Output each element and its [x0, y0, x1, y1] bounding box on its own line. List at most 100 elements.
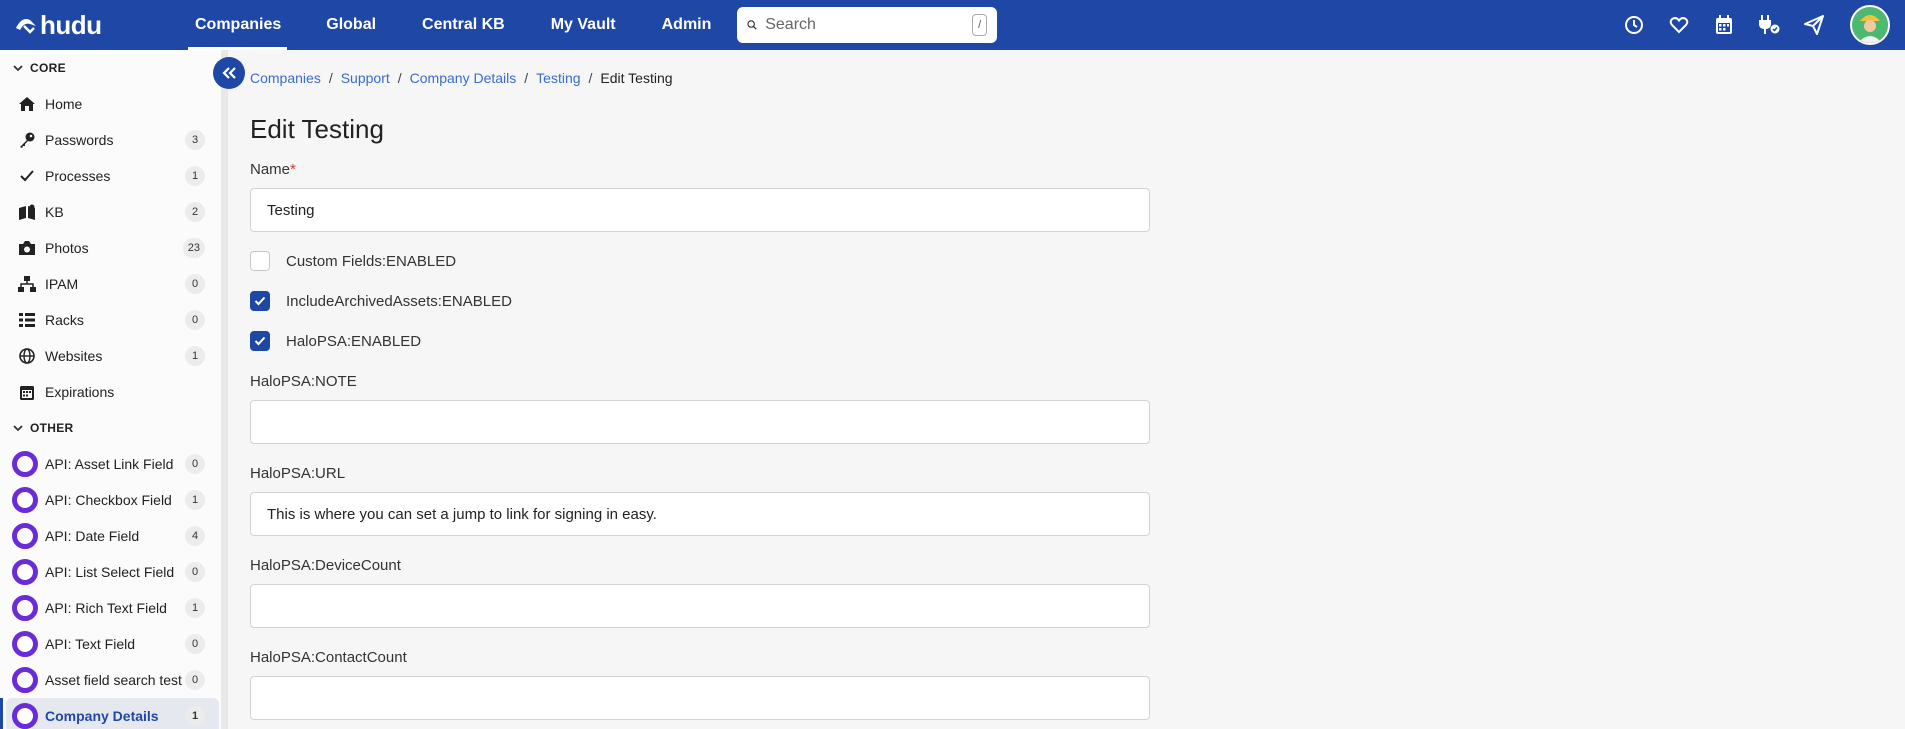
sidebar-item-processes[interactable]: Processes 1 — [0, 158, 219, 194]
breadcrumb-separator: / — [588, 70, 593, 86]
brand-name: hudu — [40, 9, 102, 40]
asset-layout-ring-icon — [12, 595, 38, 621]
chevron-down-icon — [13, 65, 23, 72]
sidebar-item-ipam[interactable]: IPAM 0 — [0, 266, 219, 302]
nav-admin[interactable]: Admin — [639, 0, 735, 50]
nav-companies[interactable]: Companies — [172, 0, 303, 50]
nav-global[interactable]: Global — [303, 0, 399, 50]
sidebar-item-photos[interactable]: Photos 23 — [0, 230, 219, 266]
book-icon — [18, 203, 36, 221]
sidebar-item-kb[interactable]: KB 2 — [0, 194, 219, 230]
sidebar-item-api-list-select-field[interactable]: API: List Select Field 0 — [0, 554, 219, 590]
sidebar-item-company-details[interactable]: Company Details 1 — [0, 698, 219, 729]
halopsa-url-input[interactable] — [250, 492, 1150, 536]
item-count-badge: 4 — [185, 526, 205, 546]
halopsa-url-label: HaloPSA:URL — [250, 465, 346, 482]
halopsa-contactcount-input[interactable] — [250, 676, 1150, 720]
breadcrumb-separator: / — [397, 70, 402, 86]
name-input[interactable] — [250, 188, 1150, 232]
checkbox-row-halopsa-enabled[interactable]: HaloPSA:ENABLED — [250, 331, 421, 351]
hudu-logo-icon — [16, 19, 36, 34]
sidebar-item-label: API: List Select Field — [45, 564, 175, 580]
send-icon[interactable] — [1791, 0, 1836, 50]
required-marker: * — [290, 161, 296, 178]
rack-icon — [18, 311, 36, 329]
hudu-logo[interactable]: hudu — [14, 8, 102, 42]
double-chevron-left-icon — [222, 67, 236, 79]
sidebar-item-label: Processes — [45, 168, 111, 184]
page-title: Edit Testing — [250, 114, 384, 144]
nav-my-vault[interactable]: My Vault — [528, 0, 639, 50]
item-count-badge: 1 — [185, 706, 205, 726]
calendar-icon — [18, 383, 36, 401]
sidebar-item-label: KB — [45, 204, 64, 220]
sidebar-item-racks[interactable]: Racks 0 — [0, 302, 219, 338]
collapse-sidebar-button[interactable] — [213, 57, 245, 89]
camera-icon — [18, 239, 36, 257]
breadcrumb-companies[interactable]: Companies — [250, 70, 321, 86]
section-core-header[interactable]: CORE — [0, 50, 227, 86]
sidebar-item-label: IPAM — [45, 276, 79, 292]
search-input[interactable] — [765, 16, 973, 34]
asset-layout-ring-icon — [12, 631, 38, 657]
sidebar: CORE Home Passwords 3 Processes 1 KB 2 P… — [0, 50, 228, 729]
sidebar-item-label: API: Asset Link Field — [45, 456, 174, 472]
checkbox-label: HaloPSA:ENABLED — [286, 332, 422, 350]
section-other-header[interactable]: OTHER — [0, 410, 227, 446]
sidebar-item-passwords[interactable]: Passwords 3 — [0, 122, 219, 158]
item-count-badge: 0 — [185, 562, 205, 582]
sidebar-item-api-text-field[interactable]: API: Text Field 0 — [0, 626, 219, 662]
item-count-badge: 1 — [185, 490, 205, 510]
checkmark-icon — [254, 296, 266, 306]
sidebar-scrollbar[interactable] — [221, 50, 227, 729]
sidebar-item-label: Asset field search test — [45, 672, 182, 688]
sidebar-item-home[interactable]: Home — [0, 86, 219, 122]
breadcrumb-support[interactable]: Support — [341, 70, 390, 86]
key-icon — [18, 131, 36, 149]
custom-fields-checkbox[interactable] — [250, 251, 270, 271]
sidebar-item-api-checkbox-field[interactable]: API: Checkbox Field 1 — [0, 482, 219, 518]
sidebar-item-label: API: Rich Text Field — [45, 600, 167, 616]
sidebar-item-api-asset-link-field[interactable]: API: Asset Link Field 0 — [0, 446, 219, 482]
item-count-badge: 1 — [185, 346, 205, 366]
section-core-label: CORE — [30, 61, 66, 75]
calendar-icon[interactable] — [1701, 0, 1746, 50]
name-label-text: Name — [250, 161, 291, 178]
breadcrumb-company-details[interactable]: Company Details — [410, 70, 517, 86]
sidebar-item-label: Home — [45, 96, 83, 112]
checkbox-label: Custom Fields:ENABLED — [286, 252, 457, 270]
heart-icon[interactable] — [1656, 0, 1701, 50]
network-icon — [18, 275, 36, 293]
item-count-badge: 1 — [185, 166, 205, 186]
clock-icon[interactable] — [1611, 0, 1656, 50]
top-navbar: hudu Companies Global Central KB My Vaul… — [0, 0, 1905, 50]
item-count-badge: 0 — [185, 670, 205, 690]
sidebar-item-label: Photos — [45, 240, 89, 256]
sidebar-item-label: Passwords — [45, 132, 114, 148]
include-archived-checkbox[interactable] — [250, 291, 270, 311]
main-nav: Companies Global Central KB My Vault Adm… — [172, 0, 734, 50]
asset-layout-ring-icon — [12, 487, 38, 513]
breadcrumb-current: Edit Testing — [600, 70, 673, 86]
breadcrumb-separator: / — [524, 70, 529, 86]
halopsa-devicecount-input[interactable] — [250, 584, 1150, 628]
sidebar-item-expirations[interactable]: Expirations — [0, 374, 219, 410]
sidebar-item-asset-field-search-test[interactable]: Asset field search test 0 — [0, 662, 219, 698]
avatar[interactable] — [1850, 5, 1890, 45]
checkbox-row-custom-fields[interactable]: Custom Fields:ENABLED — [250, 251, 456, 271]
sidebar-item-websites[interactable]: Websites 1 — [0, 338, 219, 374]
halopsa-enabled-checkbox[interactable] — [250, 331, 270, 351]
sidebar-item-label: API: Text Field — [45, 636, 136, 652]
halopsa-note-input[interactable] — [250, 400, 1150, 444]
sidebar-item-api-rich-text-field[interactable]: API: Rich Text Field 1 — [0, 590, 219, 626]
sidebar-item-label: Expirations — [45, 384, 115, 400]
nav-central-kb[interactable]: Central KB — [399, 0, 528, 50]
globe-icon — [18, 347, 36, 365]
checkmark-icon — [254, 336, 266, 346]
sidebar-item-api-date-field[interactable]: API: Date Field 4 — [0, 518, 219, 554]
breadcrumb-separator: / — [328, 70, 333, 86]
breadcrumb-testing[interactable]: Testing — [536, 70, 580, 86]
plug-icon[interactable] — [1746, 0, 1791, 50]
checkbox-row-include-archived[interactable]: IncludeArchivedAssets:ENABLED — [250, 291, 512, 311]
main-content: Companies / Support / Company Details / … — [250, 50, 1900, 729]
